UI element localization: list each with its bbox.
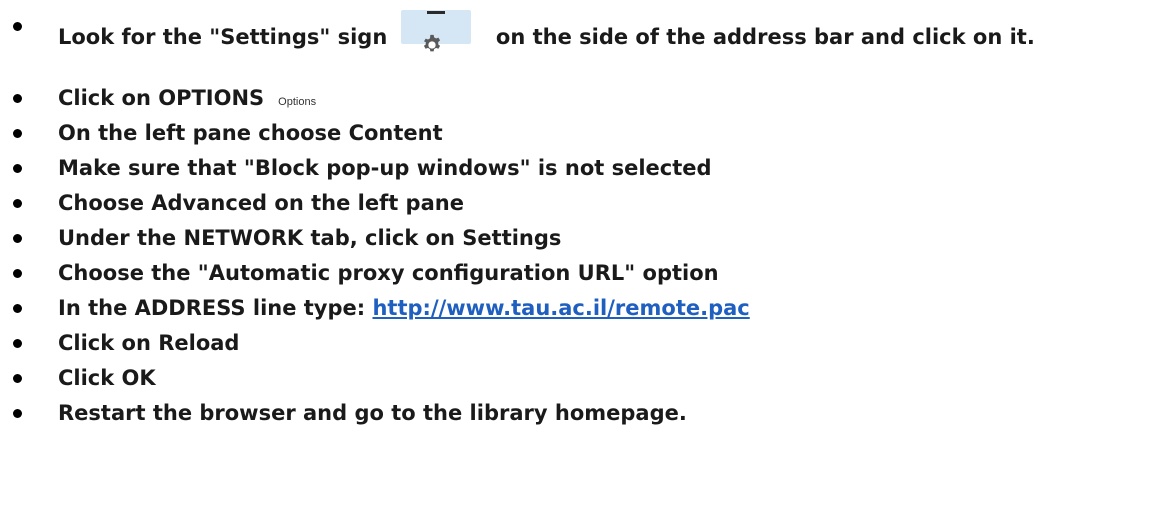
list-item: Click OK	[0, 362, 1165, 394]
instructions-page: Look for the "Settings" sign on the side…	[0, 0, 1165, 518]
step-line: Make sure that "Block pop-up windows" is…	[58, 152, 712, 184]
bullet	[13, 304, 22, 313]
bullet	[13, 199, 22, 208]
list-item-settings: Look for the "Settings" sign on the side…	[0, 10, 1165, 49]
step-text: on the side of the address bar and click…	[495, 25, 1035, 49]
bullet	[13, 164, 22, 173]
step-line: Look for the "Settings" sign on the side…	[58, 10, 1035, 53]
step-text: Click on Reload	[58, 331, 240, 355]
list-item: Choose the "Automatic proxy configuratio…	[0, 257, 1165, 289]
pac-url-link[interactable]: http://www.tau.ac.il/remote.pac	[372, 296, 749, 320]
list-item: Restart the browser and go to the librar…	[0, 397, 1165, 429]
list-item: Under the NETWORK tab, click on Settings	[0, 222, 1165, 254]
list-item-options: Click on OPTIONS Options	[0, 82, 1165, 114]
bullet	[13, 22, 22, 31]
step-text: Under the NETWORK tab, click on Settings	[58, 226, 562, 250]
step-text: In the ADDRESS line type:	[58, 296, 366, 320]
bullet	[13, 409, 22, 418]
options-caption: Options	[278, 96, 317, 108]
list-item: Click on Reload	[0, 327, 1165, 359]
bullet	[13, 129, 22, 138]
list-item-popup: Make sure that "Block pop-up windows" is…	[0, 152, 1165, 184]
step-text: Look for the "Settings" sign	[58, 25, 388, 49]
emphasis-text: not	[564, 156, 605, 180]
gear-icon	[423, 34, 441, 52]
bullet	[13, 94, 22, 103]
list-item: Choose Advanced on the left pane	[0, 187, 1165, 219]
step-text: On the left pane choose Content	[58, 121, 443, 145]
bullet	[13, 374, 22, 383]
step-text: selected	[611, 156, 712, 180]
step-text: Make sure that "Block pop-up windows" is	[58, 156, 558, 180]
step-text: Restart the browser and go to the librar…	[58, 401, 687, 425]
step-line: In the ADDRESS line type: http://www.tau…	[58, 292, 750, 324]
step-text: Choose Advanced on the left pane	[58, 191, 464, 215]
step-text: Click on OPTIONS	[58, 86, 265, 110]
bullet	[13, 339, 22, 348]
step-text: Choose the "Automatic proxy configuratio…	[58, 261, 719, 285]
step-text: Click OK	[58, 366, 156, 390]
list-item: On the left pane choose Content	[0, 117, 1165, 149]
list-item-address: In the ADDRESS line type: http://www.tau…	[0, 292, 1165, 324]
bullet	[13, 234, 22, 243]
step-line: Click on OPTIONS Options	[58, 82, 316, 118]
bullet	[13, 269, 22, 278]
